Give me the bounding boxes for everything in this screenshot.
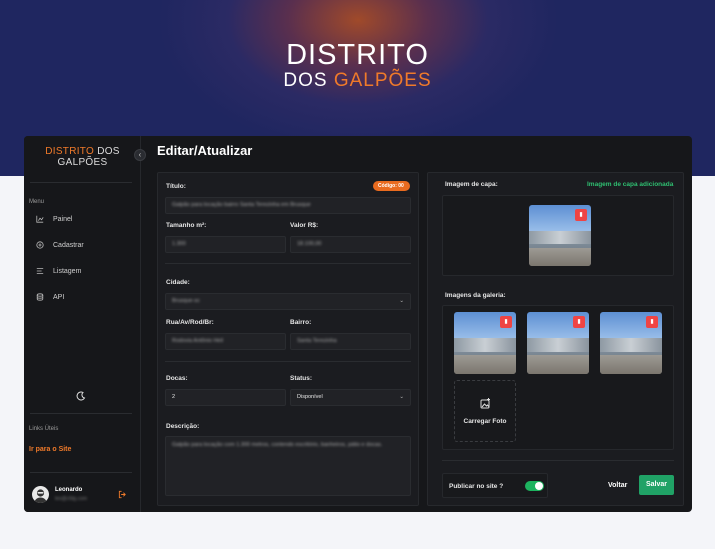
avatar[interactable]	[32, 486, 49, 503]
bairro-value: Santa Terezinha	[297, 338, 337, 344]
brand-logo: DISTRITO DOS GALPÕES	[0, 40, 715, 92]
chevron-down-icon: ⌄	[399, 394, 404, 400]
cover-label: Imagem de capa:	[445, 181, 498, 188]
titulo-value: Galpão para locação bairro Santa Terezin…	[172, 202, 311, 208]
divider	[30, 472, 132, 473]
docas-input[interactable]: 2	[165, 389, 286, 406]
valor-value: 18.100,00	[297, 241, 322, 247]
chart-icon	[36, 215, 44, 223]
site-link[interactable]: Ir para o Site	[29, 446, 71, 453]
sidebar-item-api[interactable]: API	[36, 293, 64, 301]
moon-icon[interactable]	[76, 391, 86, 401]
valor-label: Valor R$:	[290, 222, 319, 229]
menu-title: Menu	[29, 199, 45, 205]
cover-status: Imagem de capa adicionada	[587, 181, 674, 188]
chevron-down-icon: ⌄	[399, 298, 404, 304]
bairro-input[interactable]: Santa Terezinha	[290, 333, 411, 350]
codigo-badge: Código: 00	[373, 181, 410, 191]
gallery-label: Imagens da galeria:	[445, 292, 506, 299]
tamanho-input[interactable]: 1.300	[165, 236, 286, 253]
descricao-value: Galpão para locação com 1.300 metros, co…	[172, 442, 383, 448]
plus-circle-icon	[36, 241, 44, 249]
publish-toggle[interactable]	[525, 481, 544, 491]
divider	[30, 413, 132, 414]
brand-line-2: DOS GALPÕES	[0, 70, 715, 92]
divider	[30, 182, 132, 183]
sidebar-item-listagem[interactable]: Listagem	[36, 267, 81, 275]
rua-input[interactable]: Rodovia Antônio Heil	[165, 333, 286, 350]
descricao-label: Descrição:	[166, 423, 200, 430]
trash-icon: ▮	[650, 319, 654, 325]
logout-icon[interactable]	[118, 490, 127, 499]
sidebar-item-label: API	[53, 293, 65, 301]
rua-label: Rua/Av/Rod/Br:	[166, 319, 214, 326]
list-icon	[36, 268, 44, 274]
gallery-image: ▮	[600, 312, 662, 374]
upload-photo-button[interactable]: Carregar Foto	[454, 380, 516, 442]
brand-line-1: DISTRITO	[286, 39, 429, 71]
tamanho-value: 1.300	[172, 241, 186, 247]
gallery-image: ▮	[454, 312, 516, 374]
divider	[165, 263, 411, 264]
status-value: Disponível	[297, 394, 323, 400]
upload-photo-label: Carregar Foto	[463, 418, 507, 425]
sidebar-logo-b: DOS	[94, 146, 120, 157]
image-add-icon	[480, 398, 490, 409]
valor-input[interactable]: 18.100,00	[290, 236, 411, 253]
brand-dos: DOS	[283, 70, 334, 91]
links-title: Links Úteis	[29, 426, 59, 432]
status-select[interactable]: Disponível ⌄	[290, 389, 411, 406]
docas-value: 2	[172, 394, 176, 400]
sidebar-item-label: Cadastrar	[53, 241, 84, 249]
app-window: DISTRITO DOS GALPÕES Menu Painel Cadastr…	[24, 136, 692, 512]
sidebar-logo-a: DISTRITO	[45, 146, 95, 157]
divider	[442, 460, 674, 461]
gallery-box: ▮ ▮ ▮ Carregar Foto	[442, 305, 674, 450]
titulo-label: Título:	[166, 183, 186, 190]
cover-dropzone[interactable]: ▮	[442, 195, 674, 276]
form-panel: Título: Código: 00 Galpão para locação b…	[157, 172, 419, 506]
rua-value: Rodovia Antônio Heil	[172, 338, 224, 344]
sidebar: DISTRITO DOS GALPÕES Menu Painel Cadastr…	[24, 136, 141, 512]
publish-label: Publicar no site ?	[449, 483, 504, 490]
user-name: Leonardo	[55, 487, 83, 493]
tamanho-label: Tamanho m²:	[166, 222, 207, 229]
sidebar-logo-c: GALPÕES	[57, 157, 108, 168]
database-icon	[36, 293, 44, 301]
chevron-left-icon: ‹	[138, 150, 142, 159]
sidebar-item-label: Painel	[53, 215, 73, 223]
media-panel: Imagem de capa: Imagem de capa adicionad…	[427, 172, 684, 506]
brand-galpoes: GALPÕES	[333, 70, 432, 91]
trash-icon: ▮	[577, 319, 581, 325]
publish-box: Publicar no site ?	[442, 473, 548, 498]
cover-image: ▮	[529, 205, 591, 266]
titulo-input[interactable]: Galpão para locação bairro Santa Terezin…	[165, 197, 411, 214]
sidebar-logo[interactable]: DISTRITO DOS GALPÕES	[24, 146, 141, 168]
back-button[interactable]: Voltar	[608, 482, 627, 489]
sidebar-item-painel[interactable]: Painel	[36, 215, 72, 223]
cidade-select[interactable]: Brusque-sc ⌄	[165, 293, 411, 310]
save-button[interactable]: Salvar	[639, 475, 674, 495]
user-avatar-icon	[34, 489, 47, 503]
sidebar-item-cadastrar[interactable]: Cadastrar	[36, 241, 84, 249]
cidade-label: Cidade:	[166, 279, 190, 286]
divider	[165, 361, 411, 362]
trash-icon: ▮	[579, 212, 583, 218]
bairro-label: Bairro:	[290, 319, 312, 326]
cidade-value: Brusque-sc	[172, 298, 200, 304]
delete-image-button[interactable]: ▮	[646, 316, 658, 328]
delete-cover-button[interactable]: ▮	[575, 209, 587, 221]
descricao-textarea[interactable]: Galpão para locação com 1.300 metros, co…	[165, 436, 411, 496]
docas-label: Docas:	[166, 375, 188, 382]
page-title: Editar/Atualizar	[157, 143, 253, 158]
user-email: leo@cfdg.com	[55, 496, 88, 502]
status-label: Status:	[290, 375, 313, 382]
delete-image-button[interactable]: ▮	[573, 316, 585, 328]
trash-icon: ▮	[504, 319, 508, 325]
gallery-image: ▮	[527, 312, 589, 374]
sidebar-item-label: Listagem	[53, 267, 82, 275]
main-content: Editar/Atualizar Título: Código: 00 Galp…	[142, 136, 692, 512]
delete-image-button[interactable]: ▮	[500, 316, 512, 328]
